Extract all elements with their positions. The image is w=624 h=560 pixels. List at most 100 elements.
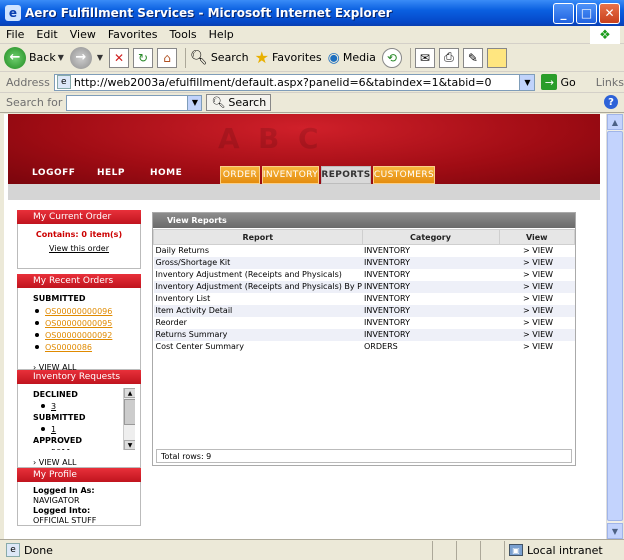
menu-view[interactable]: View xyxy=(64,28,102,41)
chevron-down-icon[interactable]: ▼ xyxy=(58,53,64,62)
request-count-link[interactable]: 1 xyxy=(51,425,56,434)
menu-bar: File Edit View Favorites Tools Help ❖ xyxy=(0,26,624,44)
recent-orders-status: SUBMITTED xyxy=(33,294,86,303)
close-button[interactable]: ✕ xyxy=(599,2,620,24)
banner-decoration: A xyxy=(218,122,240,155)
menu-edit[interactable]: Edit xyxy=(30,28,63,41)
go-button[interactable]: → Go xyxy=(541,74,576,90)
menu-help[interactable]: Help xyxy=(203,28,240,41)
home-link[interactable]: HOME xyxy=(150,168,182,178)
recent-orders-list: OS00000000096 OS00000000095 OS0000000009… xyxy=(35,305,135,353)
edit-icon[interactable]: ✎ xyxy=(462,47,483,68)
menu-tools[interactable]: Tools xyxy=(164,28,203,41)
search-label: Search xyxy=(210,51,249,64)
help-icon[interactable]: ? xyxy=(604,95,618,109)
list-item: OS00000000096 xyxy=(35,305,135,317)
forward-arrow-icon: → xyxy=(69,46,92,69)
search-button[interactable]: 🔍︎ Search xyxy=(190,50,249,66)
recent-orders-header: My Recent Orders xyxy=(17,274,141,288)
reports-panel: View Reports Report Category View Daily … xyxy=(152,212,576,466)
menu-file[interactable]: File xyxy=(0,28,30,41)
view-report-link[interactable]: > VIEW xyxy=(499,317,575,329)
status-cell xyxy=(480,540,504,560)
view-all-requests-link[interactable]: VIEW ALL xyxy=(33,458,135,467)
column-header-report[interactable]: Report xyxy=(153,229,363,245)
report-name: Daily Returns xyxy=(155,246,210,256)
search-icon: 🔍︎ xyxy=(190,49,208,66)
inventory-scrollbar[interactable]: ▲ ▼ xyxy=(123,388,135,450)
total-rows: Total rows: 9 xyxy=(156,449,572,463)
mail-icon[interactable]: ✉ xyxy=(414,47,435,68)
minimize-button[interactable]: _ xyxy=(553,2,574,24)
report-category: INVENTORY xyxy=(364,294,410,303)
note-icon[interactable] xyxy=(486,47,507,68)
status-cell xyxy=(456,540,480,560)
search-submit-button[interactable]: 🔍︎ Search xyxy=(206,94,272,111)
order-link[interactable]: OS00000000096 xyxy=(45,307,112,316)
home-icon[interactable]: ⌂ xyxy=(157,47,178,68)
inventory-requests-list[interactable]: DECLINED 3 SUBMITTED 1 APPROVED 5011 ▲ ▼ xyxy=(23,388,135,450)
page-scrollbar[interactable]: ▲ ▼ xyxy=(606,114,623,539)
help-link[interactable]: HELP xyxy=(97,168,125,178)
chevron-down-icon[interactable]: ▼ xyxy=(187,95,202,110)
refresh-icon[interactable]: ↻ xyxy=(133,47,154,68)
forward-button[interactable]: → ▼ xyxy=(69,46,103,69)
logoff-link[interactable]: LOGOFF xyxy=(32,168,75,178)
scroll-thumb[interactable] xyxy=(124,399,135,425)
tab-order[interactable]: ORDER xyxy=(220,166,260,184)
tab-customers[interactable]: CUSTOMERS xyxy=(373,166,435,184)
report-category: INVENTORY xyxy=(362,328,499,341)
table-row: Daily Returns INVENTORY > VIEW xyxy=(154,245,575,257)
logged-in-as-value: NAVIGATOR xyxy=(33,496,80,505)
report-name: Item Activity Detail xyxy=(153,304,362,317)
scroll-down-icon[interactable]: ▼ xyxy=(607,523,623,539)
view-report-link[interactable]: > VIEW xyxy=(499,256,575,269)
view-report-link[interactable]: > VIEW xyxy=(499,328,575,341)
view-report-link[interactable]: > VIEW xyxy=(499,280,575,293)
request-count-link[interactable]: 5011 xyxy=(51,448,71,451)
request-count-link[interactable]: 3 xyxy=(51,402,56,411)
inventory-requests-panel: DECLINED 3 SUBMITTED 1 APPROVED 5011 ▲ ▼… xyxy=(17,384,141,468)
list-item: OS00000000092 xyxy=(35,329,135,341)
view-report-link[interactable]: > VIEW xyxy=(499,269,575,281)
title-bar: e Aero Fulfillment Services - Microsoft … xyxy=(0,0,624,26)
scroll-up-icon[interactable]: ▲ xyxy=(124,388,135,398)
view-report-link[interactable]: > VIEW xyxy=(499,341,575,353)
address-input[interactable]: e http://web2003a/efulfillment/default.a… xyxy=(53,73,536,91)
recent-orders-panel: SUBMITTED OS00000000096 OS00000000095 OS… xyxy=(17,288,141,372)
group-label: SUBMITTED xyxy=(33,413,86,422)
site-nav: LOGOFF HELP HOME ORDER INVENTORY REPORTS… xyxy=(8,166,600,184)
view-report-link[interactable]: > VIEW xyxy=(499,293,575,305)
view-report-link[interactable]: > VIEW xyxy=(499,304,575,317)
menu-favorites[interactable]: Favorites xyxy=(102,28,164,41)
favorites-label: Favorites xyxy=(271,51,322,64)
media-button[interactable]: ◉ Media xyxy=(328,50,376,66)
order-link[interactable]: OS00000000092 xyxy=(45,331,112,340)
stop-icon[interactable]: ✕ xyxy=(109,47,130,68)
tab-inventory[interactable]: INVENTORY xyxy=(262,166,319,184)
search-input[interactable]: ▼ xyxy=(66,94,203,111)
report-category: INVENTORY xyxy=(364,270,410,279)
column-header-category[interactable]: Category xyxy=(361,229,500,245)
report-category: INVENTORY xyxy=(364,246,410,256)
scroll-up-icon[interactable]: ▲ xyxy=(607,114,623,130)
maximize-button[interactable]: □ xyxy=(576,2,597,24)
inventory-requests-header: Inventory Requests xyxy=(17,370,141,384)
table-row: Gross/Shortage Kit INVENTORY > VIEW xyxy=(153,256,575,269)
chevron-down-icon[interactable]: ▼ xyxy=(97,53,103,62)
order-link[interactable]: OS00000000095 xyxy=(45,319,112,328)
logged-into-value: OFFICIAL STUFF xyxy=(33,516,97,525)
scroll-down-icon[interactable]: ▼ xyxy=(124,440,135,450)
history-icon[interactable]: ⟲ xyxy=(381,47,402,68)
tab-reports[interactable]: REPORTS xyxy=(321,166,371,184)
view-order-link[interactable]: View this order xyxy=(23,244,135,253)
back-button[interactable]: ← Back ▼ xyxy=(4,46,64,69)
logged-into-label: Logged Into: xyxy=(33,506,91,515)
print-icon[interactable]: ⎙ xyxy=(438,47,459,68)
scroll-thumb[interactable] xyxy=(607,131,623,521)
order-link[interactable]: OS0000086 xyxy=(45,343,92,352)
favorites-button[interactable]: ★ Favorites xyxy=(255,48,322,67)
chevron-down-icon[interactable]: ▼ xyxy=(519,74,535,90)
links-button[interactable]: Links xyxy=(596,76,624,89)
view-report-link[interactable]: > VIEW xyxy=(499,245,575,257)
